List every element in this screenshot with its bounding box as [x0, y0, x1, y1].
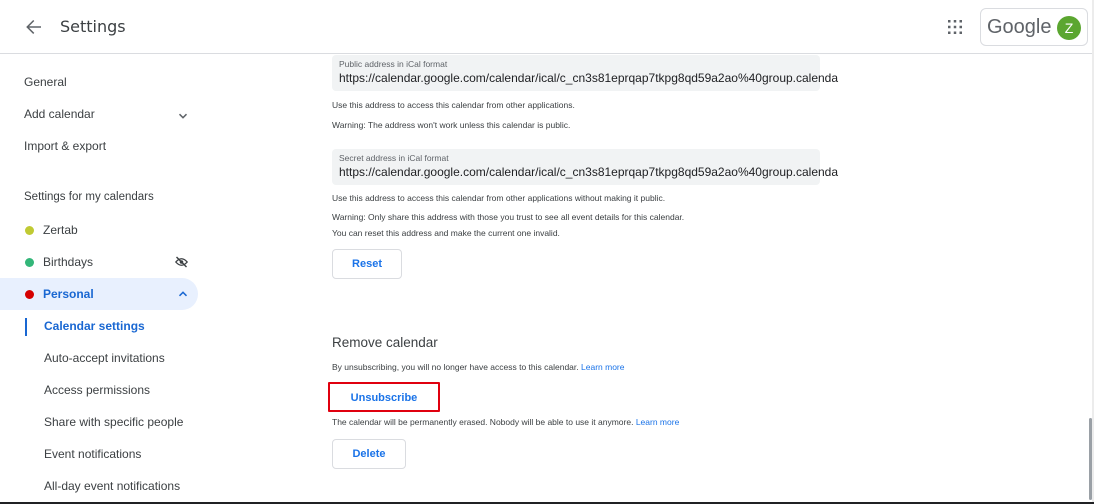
calendar-color-dot [25, 258, 34, 267]
calendar-label: Zertab [43, 223, 78, 237]
calendar-label: Birthdays [43, 255, 94, 269]
sidebar-subitem-auto-accept[interactable]: Auto-accept invitations [44, 351, 165, 365]
scrollbar-thumb[interactable] [1089, 418, 1092, 500]
google-apps-button[interactable] [945, 17, 965, 37]
sidebar-calendar-personal[interactable]: Personal [0, 278, 198, 310]
calendar-label: Personal [43, 287, 94, 301]
sidebar-item-import-export[interactable]: Import & export [24, 139, 106, 153]
main-content: Public address in iCal format https://ca… [332, 55, 1032, 504]
public-address-warning: Warning: The address won't work unless t… [332, 120, 571, 130]
secret-address-field[interactable]: Secret address in iCal format https://ca… [332, 149, 838, 185]
learn-more-link[interactable]: Learn more [581, 362, 624, 372]
sidebar-calendar-birthdays[interactable]: Birthdays [0, 246, 198, 278]
sidebar-subitem-all-day-notifications[interactable]: All-day event notifications [44, 479, 180, 493]
public-address-note: Use this address to access this calendar… [332, 100, 575, 110]
sidebar-calendar-zertab[interactable]: Zertab [0, 214, 198, 246]
reset-button[interactable]: Reset [332, 249, 402, 279]
secret-address-warning: Warning: Only share this address with th… [332, 212, 685, 222]
visibility-off-icon[interactable] [175, 256, 188, 268]
delete-note: The calendar will be permanently erased.… [332, 417, 679, 427]
apps-grid-icon [948, 20, 962, 34]
field-label: Secret address in iCal format [339, 153, 449, 163]
unsubscribe-highlight-box [328, 382, 440, 412]
chevron-up-icon[interactable] [178, 289, 188, 299]
sidebar-item-general[interactable]: General [24, 75, 67, 89]
note-text: By unsubscribing, you will no longer hav… [332, 362, 579, 372]
note-text: The calendar will be permanently erased.… [332, 417, 634, 427]
chevron-down-icon[interactable] [178, 111, 188, 121]
sidebar-subitem-share-specific-people[interactable]: Share with specific people [44, 415, 183, 429]
back-button[interactable] [22, 15, 46, 39]
google-logo[interactable]: Google [987, 16, 1052, 39]
sidebar-subitem-event-notifications[interactable]: Event notifications [44, 447, 141, 461]
calendar-color-dot [25, 290, 34, 299]
learn-more-link[interactable]: Learn more [636, 417, 679, 427]
calendar-color-dot [25, 226, 34, 235]
account-area: Google Z [980, 8, 1088, 46]
sidebar-item-add-calendar[interactable]: Add calendar [24, 107, 194, 121]
secret-address-note: Use this address to access this calendar… [332, 193, 666, 203]
delete-button[interactable]: Delete [332, 439, 406, 469]
arrow-back-icon [26, 20, 41, 34]
sidebar: General Add calendar Import & export Set… [0, 55, 215, 504]
sidebar-subitem-access-permissions[interactable]: Access permissions [44, 383, 150, 397]
sidebar-subitem-calendar-settings[interactable]: Calendar settings [44, 319, 145, 333]
section-title-my-calendars: Settings for my calendars [24, 191, 154, 203]
field-value[interactable]: https://calendar.google.com/calendar/ica… [339, 165, 838, 179]
remove-calendar-title: Remove calendar [332, 335, 438, 350]
page-title: Settings [60, 17, 126, 36]
secret-address-reset-note: You can reset this address and make the … [332, 228, 560, 238]
header-bar: Settings Google Z [0, 0, 1094, 54]
field-label: Public address in iCal format [339, 59, 448, 69]
field-value[interactable]: https://calendar.google.com/calendar/ica… [339, 71, 838, 85]
avatar[interactable]: Z [1057, 16, 1081, 40]
public-address-field[interactable]: Public address in iCal format https://ca… [332, 55, 838, 91]
sidebar-item-label: Add calendar [24, 107, 95, 121]
unsubscribe-note: By unsubscribing, you will no longer hav… [332, 362, 624, 372]
active-indicator [25, 318, 27, 336]
